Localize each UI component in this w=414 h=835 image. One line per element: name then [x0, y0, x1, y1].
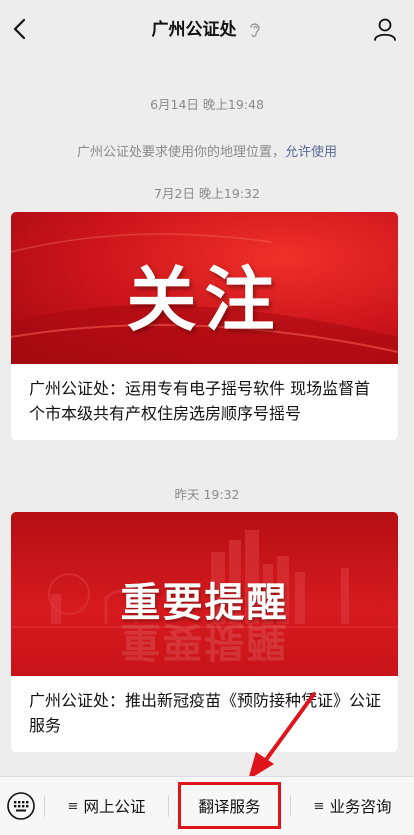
menu-label: 业务咨询	[329, 798, 392, 816]
system-message-text: 广州公证处要求使用你的地理位置，	[76, 145, 285, 160]
article-banner-image: 重要提醒 重要提醒	[11, 512, 398, 676]
menu-list-icon: ≡	[67, 798, 79, 814]
page-title-container: 广州公证处	[0, 15, 414, 40]
highlight-box	[178, 782, 281, 829]
article-banner-image: 关注	[11, 212, 398, 364]
message-timestamp: 6月14日 晚上19:48	[150, 97, 264, 112]
banner-headline-reflection: 重要提醒	[120, 618, 289, 664]
message-timestamp: 7月2日 晚上19:32	[154, 186, 260, 201]
page-title: 广州公证处	[151, 20, 237, 40]
article-card-2[interactable]: 重要提醒 重要提醒 广州公证处：推出新冠疫苗《预防接种凭证》公证服务	[11, 512, 398, 752]
article-title: 广州公证处：运用专有电子摇号软件 现场监督首个市本级共有产权住房选房顺序号摇号	[29, 379, 371, 423]
top-navigation-bar: 广州公证处	[0, 0, 414, 58]
location-permission-message: 广州公证处要求使用你的地理位置，允许使用	[0, 141, 414, 160]
article-card-1[interactable]: 关注 广州公证处：运用专有电子摇号软件 现场监督首个市本级共有产权住房选房顺序号…	[11, 212, 398, 440]
ear-icon	[250, 23, 261, 38]
article-title: 广州公证处：推出新冠疫苗《预防接种凭证》公证服务	[29, 691, 382, 735]
red-pointer-arrow-icon	[248, 692, 316, 780]
message-timestamp: 昨天 19:32	[174, 487, 240, 502]
menu-list-icon: ≡	[313, 798, 325, 814]
allow-location-link[interactable]: 允许使用	[285, 145, 337, 160]
menu-online-notarization[interactable]: ≡ 网上公证	[45, 777, 168, 835]
menu-business-consultation[interactable]: ≡ 业务咨询	[291, 777, 414, 835]
keyboard-icon[interactable]	[6, 791, 36, 821]
profile-icon[interactable]	[372, 16, 398, 42]
banner-headline: 关注	[126, 259, 283, 341]
menu-label: 网上公证	[83, 798, 146, 816]
